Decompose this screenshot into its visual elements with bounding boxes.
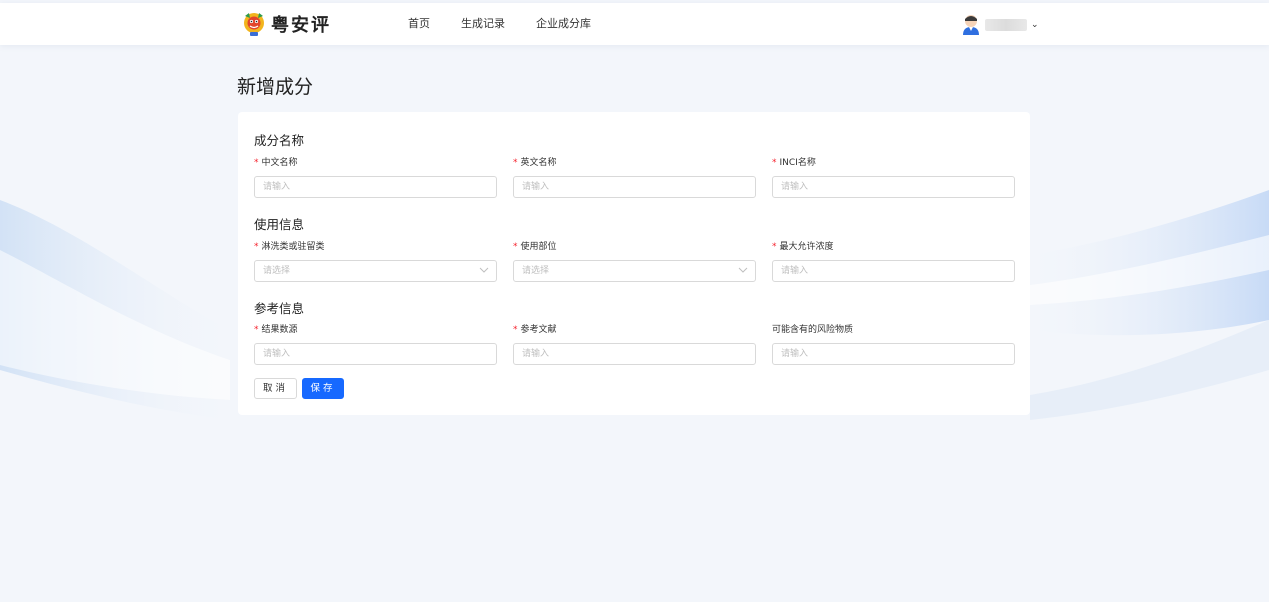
nav-enterprise-ingredient-library[interactable]: 企业成分库 (536, 3, 591, 45)
username-redacted (985, 19, 1027, 31)
field-label: INCI名称 (779, 158, 816, 168)
field-english-name: * 英文名称 请输入 (513, 156, 756, 198)
required-mark: * (772, 242, 777, 252)
field-rinse-or-leave-on: * 淋洗类或驻留类 请选择 (254, 240, 497, 282)
section-title-ingredient-name: 成分名称 (254, 133, 305, 148)
nav-home[interactable]: 首页 (408, 3, 430, 45)
top-navigation-bar: 粤安评 首页 生成记录 企业成分库 ⌄ (0, 3, 1269, 45)
field-chinese-name: * 中文名称 请输入 (254, 156, 497, 198)
user-menu-caret-icon: ⌄ (1031, 20, 1039, 30)
rinse-or-leave-on-select[interactable]: 请选择 (254, 260, 497, 282)
field-label: 淋洗类或驻留类 (261, 242, 325, 252)
max-concentration-input[interactable]: 请输入 (772, 260, 1015, 282)
field-label: 结果数源 (261, 325, 298, 335)
nav-generation-records[interactable]: 生成记录 (461, 3, 505, 45)
field-max-concentration: * 最大允许浓度 请输入 (772, 240, 1015, 282)
select-placeholder: 请选择 (522, 266, 550, 276)
required-mark: * (254, 325, 259, 335)
required-mark: * (772, 158, 777, 168)
brand-logo[interactable]: 粤安评 (241, 9, 331, 39)
brand-name: 粤安评 (271, 15, 331, 36)
select-placeholder: 请选择 (263, 266, 291, 276)
page-title: 新增成分 (237, 76, 314, 98)
field-label: 使用部位 (520, 242, 557, 252)
chinese-name-input[interactable]: 请输入 (254, 176, 497, 198)
chevron-down-icon (738, 267, 748, 273)
field-label: 中文名称 (261, 158, 298, 168)
required-mark: * (513, 325, 518, 335)
section-title-usage-info: 使用信息 (254, 217, 305, 232)
inci-name-input[interactable]: 请输入 (772, 176, 1015, 198)
required-mark: * (254, 242, 259, 252)
cancel-button[interactable]: 取消 (254, 378, 297, 399)
field-application-site: * 使用部位 请选择 (513, 240, 756, 282)
user-menu[interactable]: ⌄ (961, 14, 1039, 36)
required-mark: * (513, 158, 518, 168)
add-ingredient-form: 成分名称 * 中文名称 请输入 * 英文名称 请输入 * INCI名称 请输入 使用信… (238, 112, 1030, 415)
english-name-input[interactable]: 请输入 (513, 176, 756, 198)
application-site-select[interactable]: 请选择 (513, 260, 756, 282)
field-label: 参考文献 (520, 325, 557, 335)
field-references: * 参考文献 请输入 (513, 323, 756, 365)
field-label: 最大允许浓度 (779, 242, 834, 252)
references-input[interactable]: 请输入 (513, 343, 756, 365)
chevron-down-icon (479, 267, 489, 273)
lion-dance-logo-icon (244, 13, 264, 36)
save-button[interactable]: 保存 (302, 378, 344, 399)
field-label: 英文名称 (520, 158, 557, 168)
section-title-reference-info: 参考信息 (254, 301, 305, 316)
required-mark: * (513, 242, 518, 252)
user-avatar-icon (963, 15, 979, 35)
required-mark: * (254, 158, 259, 168)
field-result-data-source: * 结果数源 请输入 (254, 323, 497, 365)
result-data-source-input[interactable]: 请输入 (254, 343, 497, 365)
field-inci-name: * INCI名称 请输入 (772, 156, 1015, 198)
field-possible-risk-substances: 可能含有的风险物质 请输入 (772, 323, 1015, 365)
field-label: 可能含有的风险物质 (772, 325, 854, 335)
possible-risk-substances-input[interactable]: 请输入 (772, 343, 1015, 365)
